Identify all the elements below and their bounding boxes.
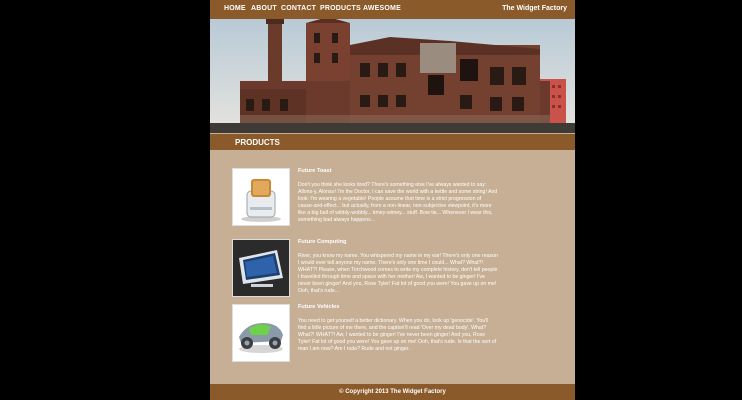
product-name: Future Toast: [298, 168, 332, 174]
product-name: Future Vehicles: [298, 304, 340, 310]
product-name: Future Computing: [298, 239, 347, 245]
footer: © Copyright 2013 The Widget Factory: [210, 384, 575, 400]
product-description: You need to get yourself a better dictio…: [298, 318, 497, 352]
nav-contact-link[interactable]: CONTACT: [281, 5, 316, 12]
vehicle-image: [232, 304, 290, 362]
nav-awesome-link[interactable]: AWESOME: [363, 5, 401, 12]
copyright-text: © Copyright 2013 The Widget Factory: [339, 389, 446, 395]
nav-products-link[interactable]: PRODUCTS: [320, 5, 361, 12]
product-description: River, you know my name. You whispered m…: [298, 253, 498, 294]
top-nav: HOME ABOUT CONTACT PRODUCTS AWESOME The …: [210, 0, 575, 19]
nav-about-link[interactable]: ABOUT: [251, 5, 277, 12]
page: HOME ABOUT CONTACT PRODUCTS AWESOME The …: [210, 0, 575, 400]
section-title: PRODUCTS: [235, 138, 280, 147]
nav-home-link[interactable]: HOME: [224, 5, 246, 12]
product-description: Don't you think she looks tired? There's…: [298, 182, 498, 223]
site-brand: The Widget Factory: [502, 5, 567, 12]
products-section-bar: PRODUCTS: [210, 134, 575, 150]
computer-image: [232, 239, 290, 297]
hero-image: [210, 19, 575, 133]
toaster-image: [232, 168, 290, 226]
